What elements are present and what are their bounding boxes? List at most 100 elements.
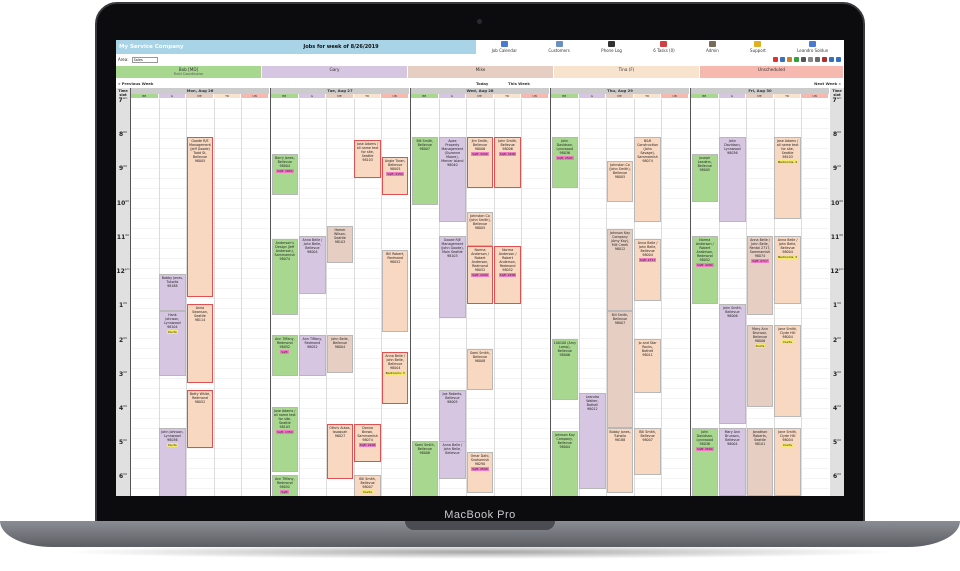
job-block[interactable]: Johnston Co (John Smith), Bellevue 98005 (466, 211, 494, 247)
job-block[interactable]: Bobby Jones, Tukwila 98188 (606, 427, 634, 493)
grid-divider (298, 99, 300, 496)
job-block[interactable]: John Smith, Bellevue 98006 (719, 304, 746, 425)
job-block[interactable]: Jo and Star Rocks, Bothell 98011 (634, 338, 661, 394)
job-block[interactable]: John Belle, Bellevue 98004 (326, 335, 354, 373)
employee-bob[interactable]: Bob [MD] Field Coordinator (116, 66, 262, 78)
job-block[interactable]: Anna Belle / John Belle, Bellevue (439, 441, 466, 479)
nav-item-tasks[interactable]: 6 Tasks (0) (653, 41, 675, 53)
copy-icon[interactable] (808, 57, 813, 62)
job-block[interactable]: Donna Brown, Sammamish 98074 Sqft: 2200 (354, 424, 381, 462)
print-icon[interactable] (801, 57, 806, 62)
grid-icon[interactable] (815, 57, 820, 62)
job-block[interactable]: Johnston Co (John Smith), Bellevue 98005 (606, 160, 634, 202)
job-block[interactable]: Angie Turan, Bellevue 98005 Sqft: 2150 (381, 157, 409, 195)
job-block[interactable]: Bobby Jones, Tukwila 98188 (159, 273, 186, 312)
job-block[interactable]: Bill Smith, Bellevue 98007 Ducts (354, 475, 381, 496)
job-block[interactable]: Ann Tiffany, Redmond 98052 Sqft: (271, 475, 299, 496)
job-block[interactable]: Anna Belle / John Belle, Bellevue 98004 B… (381, 352, 409, 404)
job-block[interactable]: Bill Smith, Bellevue 98007 (411, 136, 439, 206)
job-text: Goode R/E Management (John Goode), Main … (441, 237, 464, 258)
job-block[interactable]: Goode R/E Management (Jeff Goode) Todd S… (186, 136, 214, 298)
job-block[interactable]: Barry Jones, Bellevue 98004 Sqft: 1850 (271, 153, 299, 195)
subcol-bb: BB (131, 94, 159, 98)
job-block[interactable]: Jim Smith, Bellevue 98006 Sqft: 3200 (466, 136, 494, 188)
youtube-icon[interactable] (773, 57, 778, 62)
job-block[interactable]: Anna Swanson, Seattle 98114 (186, 304, 214, 384)
job-block[interactable]: Anderson's Design (Jeff Anderson), Samma… (271, 239, 299, 315)
job-text: Sami Smith, Bellevue 98008 (414, 443, 435, 456)
today-link[interactable]: Today (476, 81, 488, 86)
job-block[interactable]: Johnson Kay Company (Amy Kay), Mill Cree… (606, 229, 634, 312)
employee-tina[interactable]: Tina (F) (554, 66, 700, 78)
job-block[interactable]: Sami Smith, Bellevue 98008 (466, 348, 494, 390)
job-block[interactable]: Ann Tiffany, Redmond 98052 Sqft: (271, 335, 299, 377)
nav-item-customers[interactable]: Customers (548, 41, 570, 53)
help-icon[interactable] (787, 57, 792, 62)
refresh-icon[interactable] (836, 57, 841, 62)
next-week-link[interactable]: Next Week » (814, 81, 841, 86)
job-tag: Sqft: (280, 350, 290, 355)
job-block[interactable]: Joseph Leaders, Bellevue 98005 (691, 153, 719, 202)
job-block[interactable]: Jane Smith, Clyde Hill 98004 Ducts (774, 324, 801, 418)
job-block[interactable]: B&R Construction (John Savage), Sammamis… (634, 136, 661, 223)
employee-name: Unscheduled (757, 67, 786, 72)
settings-icon[interactable] (822, 57, 827, 62)
job-block[interactable]: John Davidson, Lynnwood 98036 (719, 136, 746, 223)
job-block[interactable]: Anna Belle / John Belle, Bellevue 98004 (299, 235, 326, 295)
job-block[interactable]: Norma Anderson / Robert Anderson, Redmon… (691, 235, 719, 305)
job-block[interactable]: Jonathan Roberts, Seattle 98101 (746, 427, 774, 496)
job-block[interactable]: Ann Tiffany, Redmond 98052 (299, 335, 326, 377)
employee-unscheduled[interactable]: Unscheduled (700, 66, 844, 78)
job-block[interactable]: Mary Ann Brunson, Bellevue 98006 Ducts (746, 324, 774, 407)
info-icon[interactable] (829, 57, 834, 62)
grid-divider (801, 99, 803, 496)
job-block[interactable]: Bill Smith, Bellevue 98007 (634, 427, 661, 476)
job-block[interactable]: Bill Robert, Redmond 98052 (381, 249, 409, 332)
job-block[interactable]: Jose Adams / all name text for site, Sea… (354, 140, 381, 178)
employee-mike[interactable]: Mike (408, 66, 554, 78)
job-block[interactable]: John Johnson, Lynnwood 98036 Ducts (159, 427, 186, 496)
job-text: Norma Anderson / Robert Anderson, Redmon… (498, 248, 517, 273)
job-block[interactable]: Homer Wilson, Seattle 98103 (326, 225, 354, 264)
job-block[interactable]: Norma Anderson / Robert Anderson, Redmon… (494, 246, 521, 305)
job-block[interactable]: Jose Adams / all name text for site, Sea… (271, 407, 299, 473)
nav-item-phone[interactable]: Phone Log (601, 41, 622, 53)
map-icon[interactable] (780, 57, 785, 62)
job-block[interactable]: 100100 (Amy Lamp), Bellevue 98006 (551, 338, 579, 401)
nav-item-admin[interactable]: Admin (706, 41, 719, 53)
job-block[interactable]: Johnson Kay Company, Bellevue 98004 (551, 430, 579, 496)
job-block[interactable]: Omar Dahl, Snohomish 98290 Sqft: 2500 (466, 451, 494, 493)
job-block[interactable]: Jane Smith, Clyde Hill 98004 Ducts (774, 427, 801, 496)
job-block[interactable]: Betty White, Redmond 98052 (186, 389, 214, 449)
job-block[interactable]: Sami Smith, Bellevue 98008 (411, 441, 439, 496)
job-block[interactable]: Goode R/E Management (John Goode), Main … (439, 235, 466, 319)
dollar-icon[interactable] (794, 57, 799, 62)
job-block[interactable]: Anna Belle / John Belle, Rental 2717, Sa… (746, 235, 774, 315)
job-block[interactable]: Leandro Walker, Bothell 98012 (579, 393, 606, 490)
nav-item-user[interactable]: Leandro Soldun (797, 41, 828, 53)
area-select[interactable]: Sales (131, 56, 158, 63)
job-block[interactable]: Anna Belle / John Belle, Bellevue 98004 S… (634, 239, 661, 301)
nav-item-label: Job Calendar (491, 48, 518, 53)
day-separator (130, 88, 131, 496)
job-block[interactable]: Apex Property Management (Suzanne Moore)… (439, 136, 466, 223)
job-block[interactable]: John Smith, Bellevue 98006 Sqft: 3200 (494, 136, 521, 188)
nav-item-calendar[interactable]: Job Calendar (492, 41, 517, 53)
job-block[interactable]: Norma Anderson / Robert Anderson, Redmon… (466, 246, 494, 305)
job-text: Anna Belle / John Belle, Bellevue 98004 (302, 237, 323, 254)
job-text: Johnston Co (John Smith), Bellevue 98005 (469, 213, 491, 230)
nav-item-support[interactable]: Support (750, 41, 766, 53)
job-block[interactable]: Bill Smith, Bellevue 98007 (606, 311, 634, 428)
company-name[interactable]: My Service Company (116, 40, 206, 54)
previous-week-link[interactable]: « Previous Week (118, 81, 153, 86)
job-block[interactable]: Hank Johnson, Lynnwood 98104 Ducts (159, 311, 186, 377)
job-block[interactable]: Jose Adams / all name text for site, Sea… (774, 136, 801, 219)
hour-label: 7am (116, 96, 130, 104)
job-block[interactable]: Anna Belle / John Belle, Bellevue 98004 B… (774, 235, 801, 305)
this-week-link[interactable]: This Week (508, 81, 530, 86)
job-block[interactable]: John Davidson, Lynnwood 98036 Sqft: 2500 (551, 136, 579, 188)
job-block[interactable]: Otto's Autos, Issaquah 98027 (326, 424, 354, 479)
employee-gary[interactable]: Gary (262, 66, 408, 78)
job-block[interactable]: Mary Ann Brunson, Bellevue 98004 (719, 427, 746, 496)
job-block[interactable]: John Davidson, Lynnwood 98036 Sqft: 2500 (691, 427, 719, 496)
